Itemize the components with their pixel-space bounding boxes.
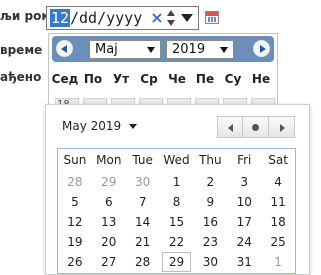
month-year-label: May 2019 (62, 119, 122, 133)
day-cell[interactable]: 3 (227, 172, 261, 192)
weekday-label: Сед (51, 72, 79, 86)
day-cell[interactable]: 12 (58, 212, 92, 232)
year-select[interactable]: 2019 (166, 40, 234, 59)
weekday-label: Че (168, 72, 186, 86)
weekday-label: Ут (112, 72, 130, 86)
nav-button-group (217, 116, 295, 138)
front-datepicker: May 2019 Sun Mon Tue Wed Thu Fri Sat 28 2… (45, 104, 310, 275)
next-month-button[interactable] (269, 116, 295, 138)
day-cell[interactable]: 1 (160, 172, 194, 192)
day-cell[interactable]: 8 (160, 192, 194, 212)
calendar-icon[interactable] (205, 11, 219, 24)
clear-icon[interactable]: × (150, 8, 164, 28)
calendar-week-row: 28 29 30 1 2 3 4 (58, 172, 295, 192)
caret-down-icon (129, 124, 137, 129)
weekday-label: Sat (268, 153, 288, 167)
calendar-week-row: 26 27 28 29 30 31 1 (58, 252, 295, 272)
weekday-label: По (83, 72, 103, 86)
weekday-label: Не (251, 72, 271, 86)
day-cell[interactable]: 18 (261, 212, 295, 232)
day-cell[interactable]: 2 (193, 172, 227, 192)
prev-month-button[interactable] (56, 40, 73, 57)
day-cell[interactable]: 7 (126, 192, 160, 212)
calendar-icon-grid (208, 17, 216, 22)
day-cell[interactable]: 31 (227, 252, 261, 272)
spin-up-icon[interactable] (167, 10, 175, 16)
weekday-label: Sun (63, 153, 87, 167)
day-cell[interactable]: 30 (193, 252, 227, 272)
month-select-value: Мај (95, 42, 118, 57)
calendar-icon-header (206, 12, 218, 16)
day-cell[interactable]: 22 (160, 232, 194, 252)
weekday-label: Tue (132, 153, 153, 167)
day-cell-today[interactable]: 29 (160, 252, 194, 272)
day-cell[interactable]: 25 (261, 232, 295, 252)
day-cell[interactable]: 26 (58, 252, 92, 272)
calendar-grid: Sun Mon Tue Wed Thu Fri Sat 28 29 30 1 2 3 4 5 6… (57, 148, 296, 274)
day-cell[interactable]: 4 (261, 172, 295, 192)
chevron-down-icon (220, 47, 228, 53)
weekday-label: Thu (199, 153, 222, 167)
day-cell[interactable]: 28 (58, 172, 92, 192)
day-cell[interactable]: 17 (227, 212, 261, 232)
arrow-right-icon (260, 45, 266, 53)
day-cell[interactable]: 29 (92, 172, 126, 192)
day-cell[interactable]: 10 (227, 192, 261, 212)
weekday-label: Wed (163, 153, 190, 167)
day-cell[interactable]: 27 (92, 252, 126, 272)
today-button[interactable] (243, 116, 269, 138)
back-datepicker-header: Мај 2019 (52, 36, 274, 62)
arrow-right-icon (280, 124, 285, 132)
back-weekday-header: Сед По Ут Ср Че Пе Су Не (51, 72, 275, 88)
day-cell[interactable]: 30 (126, 172, 160, 192)
back-datepicker: Мај 2019 Сед По Ут Ср Че Пе Су Не 18 (48, 33, 278, 113)
day-cell[interactable]: 16 (193, 212, 227, 232)
day-cell[interactable]: 11 (261, 192, 295, 212)
day-cell[interactable]: 21 (126, 232, 160, 252)
spin-down-icon[interactable] (167, 20, 175, 26)
weekday-label: Fri (237, 153, 252, 167)
day-cell[interactable]: 20 (92, 232, 126, 252)
weekday-label: Су (224, 72, 242, 86)
calendar-weeks: 28 29 30 1 2 3 4 5 6 7 8 9 10 11 12 13 14 15 16 17 18 19 20 21 2… (58, 172, 295, 272)
day-cell[interactable]: 24 (227, 232, 261, 252)
spin-buttons[interactable] (165, 8, 177, 28)
form-label-deadline: љи рок (0, 9, 50, 23)
dot-icon (252, 124, 259, 131)
arrow-left-icon (61, 45, 67, 53)
month-select[interactable]: Мај (89, 40, 161, 59)
weekday-header: Sun Mon Tue Wed Thu Fri Sat (58, 149, 295, 172)
date-input-rest-segments[interactable]: /dd/yyyy (70, 9, 142, 27)
day-cell[interactable]: 9 (193, 192, 227, 212)
day-cell[interactable]: 5 (58, 192, 92, 212)
day-cell[interactable]: 15 (160, 212, 194, 232)
arrow-left-icon (228, 124, 233, 132)
calendar-week-row: 19 20 21 22 23 24 25 (58, 232, 295, 252)
form-label-time: време (0, 43, 43, 57)
month-year-title[interactable]: May 2019 (62, 119, 137, 133)
weekday-label: Mon (96, 153, 122, 167)
year-select-value: 2019 (172, 42, 206, 57)
calendar-week-row: 12 13 14 15 16 17 18 (58, 212, 295, 232)
date-input-month-segment[interactable]: 12 (50, 9, 71, 27)
form-label-done: ађено (0, 70, 42, 84)
day-cell[interactable]: 23 (193, 232, 227, 252)
day-cell[interactable]: 1 (261, 252, 295, 272)
weekday-label: Пе (195, 72, 215, 86)
weekday-label: Ср (140, 72, 158, 86)
next-month-button[interactable] (253, 40, 270, 57)
calendar-week-row: 5 6 7 8 9 10 11 (58, 192, 295, 212)
dropdown-arrow-icon[interactable] (181, 14, 193, 22)
day-cell[interactable]: 6 (92, 192, 126, 212)
date-input[interactable]: 12 /dd/yyyy × (46, 6, 199, 30)
day-cell[interactable]: 14 (126, 212, 160, 232)
day-cell[interactable]: 28 (126, 252, 160, 272)
day-cell[interactable]: 13 (92, 212, 126, 232)
day-cell[interactable]: 19 (58, 232, 92, 252)
chevron-down-icon (147, 47, 155, 53)
prev-month-button[interactable] (217, 116, 243, 138)
